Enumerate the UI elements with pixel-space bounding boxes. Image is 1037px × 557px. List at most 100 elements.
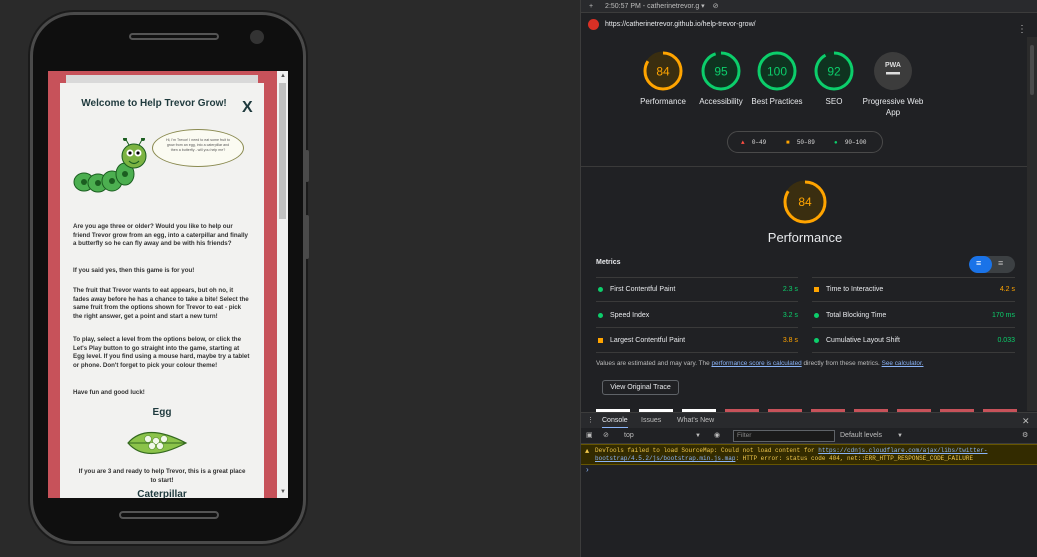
modal-topbar — [66, 75, 258, 83]
gauge-label: Best Practices — [751, 97, 803, 106]
page-scrollbar-thumb[interactable] — [279, 83, 286, 219]
score-gauge-seo[interactable]: 92 SEO — [802, 51, 866, 107]
intro-paragraph: Have fun and good luck! — [73, 389, 145, 396]
console-settings-gear-icon[interactable]: ⚙ — [1022, 428, 1028, 444]
legend-pass-label: 90–100 — [844, 139, 867, 146]
gauge-score: 100 — [767, 65, 787, 79]
speech-bubble: Hi, I'm Trevor! I need to eat some fruit… — [152, 129, 244, 167]
score-legend: ▲ 0–49 ■ 50–89 ● 90–100 — [727, 131, 883, 153]
metric-value: 3.8 s — [782, 337, 798, 344]
circle-icon: ● — [834, 139, 838, 146]
pass-circle-icon — [598, 287, 603, 292]
sidebar-toggle-icon[interactable]: ▣ — [586, 428, 593, 444]
legend-fail: ▲ 0–49 — [741, 139, 766, 146]
metric-largest-contentful-paint: Largest Contentful Paint 3.8 s — [596, 328, 798, 353]
report-url[interactable]: https://catherinetrevor.github.io/help-t… — [605, 21, 756, 28]
phone-volume-button[interactable] — [305, 150, 309, 182]
score-gauge-progressive-web-app[interactable]: PWA Progressive Web App — [861, 51, 925, 118]
lighthouse-report-selector[interactable]: + 2:50:57 PM - catherinetrevor.g ▾ ⊘ — [581, 0, 1037, 13]
context-selector[interactable]: top — [624, 428, 634, 444]
tab-issues[interactable]: Issues — [641, 413, 661, 429]
chevron-down-icon[interactable]: ▼ — [897, 428, 903, 444]
gauge-label: Progressive Web App — [862, 97, 924, 117]
welcome-modal[interactable]: Welcome to Help Trevor Grow! X Hi, I'm T… — [60, 83, 264, 498]
metric-name: Time to Interactive — [826, 286, 884, 293]
console-filter-input[interactable]: Filter — [733, 430, 835, 442]
page-scrollbar[interactable]: ▲ ▼ — [277, 71, 288, 498]
egg-leaf-image[interactable] — [126, 426, 188, 460]
device-emulation-pane: Welcome to Help Trevor Grow! X Hi, I'm T… — [0, 0, 580, 557]
note-text: directly from these metrics. — [801, 360, 882, 367]
legend-fail-label: 0–49 — [751, 139, 767, 146]
section-divider — [581, 166, 1027, 167]
phone-home-button[interactable] — [119, 511, 219, 519]
warning-text: DevTools failed to load SourceMap: Could… — [595, 447, 819, 454]
tab-whats-new[interactable]: What's New — [677, 413, 714, 429]
performance-score-large: 84 — [798, 195, 812, 209]
console-prompt[interactable]: › — [586, 465, 589, 474]
metric-cumulative-layout-shift: Cumulative Layout Shift 0.033 — [812, 328, 1015, 353]
devtools-pane: + 2:50:57 PM - catherinetrevor.g ▾ ⊘ htt… — [581, 0, 1037, 557]
intro-paragraph: To play, select a level from the options… — [73, 336, 250, 369]
level-egg-text: If you are 3 and ready to help Trevor, t… — [78, 468, 246, 484]
triangle-icon: ▲ — [741, 139, 745, 146]
report-timestamp[interactable]: 2:50:57 PM - catherinetrevor.g — [605, 3, 699, 10]
drawer-menu-icon[interactable]: ⋮ — [587, 413, 594, 429]
performance-heading: Performance — [767, 230, 843, 245]
pwa-badge-icon: PWA — [874, 52, 912, 90]
gauge-score: 92 — [827, 65, 841, 79]
score-gauge-performance[interactable]: 84 Performance — [631, 51, 695, 107]
caterpillar-image — [73, 138, 147, 193]
pass-circle-icon — [814, 312, 819, 318]
score-gauge-accessibility[interactable]: 95 Accessibility — [689, 51, 753, 107]
legend-average: ■ 50–89 — [786, 139, 815, 146]
modal-title: Welcome to Help Trevor Grow! — [81, 98, 227, 109]
pass-circle-icon — [814, 338, 819, 343]
report-scrollbar[interactable] — [1027, 37, 1037, 411]
score-calculated-link[interactable]: performance score is calculated — [711, 360, 801, 367]
metric-value: 4.2 s — [999, 286, 1015, 293]
metrics-view-toggle[interactable]: ≡ ≡ — [969, 256, 1015, 273]
score-gauge-best-practices[interactable]: 100 Best Practices — [745, 51, 809, 107]
metric-name: Largest Contentful Paint — [610, 337, 686, 344]
dropdown-icon[interactable]: ▾ — [701, 3, 706, 10]
see-calculator-link[interactable]: See calculator. — [882, 360, 924, 367]
lighthouse-report: 84 Performance 95 Accessibility 100 Best Prac… — [581, 37, 1027, 411]
log-levels-dropdown[interactable]: Default levels — [840, 428, 882, 444]
list-expanded-icon[interactable]: ≡ — [998, 258, 1003, 268]
intro-paragraph: Are you age three or older? Would you li… — [73, 223, 249, 248]
metrics-heading: Metrics — [596, 259, 621, 266]
view-original-trace-button[interactable]: View Original Trace — [602, 380, 679, 395]
metric-speed-index: Speed Index 3.2 s — [596, 303, 798, 328]
lighthouse-logo-icon — [588, 19, 599, 30]
warning-icon: ▲ — [585, 448, 590, 456]
clear-console-icon[interactable]: ⊘ — [603, 428, 609, 444]
chevron-down-icon[interactable]: ▼ — [695, 428, 701, 444]
close-drawer-icon[interactable]: ✕ — [1022, 413, 1030, 429]
gauge-score: 84 — [656, 65, 670, 79]
metrics-note: Values are estimated and may vary. The p… — [596, 360, 924, 367]
tab-console[interactable]: Console — [602, 413, 628, 429]
metric-total-blocking-time: Total Blocking Time 170 ms — [812, 303, 1015, 328]
metric-value: 170 ms — [992, 311, 1015, 319]
level-caterpillar-title[interactable]: Caterpillar — [60, 489, 264, 498]
drawer-tabs: ⋮ Console Issues What's New ✕ — [581, 412, 1037, 429]
scroll-up-arrow-icon[interactable]: ▲ — [280, 73, 286, 79]
report-scrollbar-thumb[interactable] — [1030, 45, 1034, 95]
clear-icon[interactable]: ⊘ — [713, 3, 719, 10]
metric-first-contentful-paint: First Contentful Paint 2.3 s — [596, 277, 798, 302]
intro-paragraph: If you said yes, then this game is for y… — [73, 267, 195, 274]
list-compact-icon[interactable]: ≡ — [976, 258, 981, 268]
gauge-label: SEO — [825, 97, 843, 106]
add-report-icon[interactable]: + — [589, 3, 593, 10]
pwa-label: PWA — [885, 62, 901, 69]
level-egg-title[interactable]: Egg — [60, 407, 264, 418]
scroll-down-arrow-icon[interactable]: ▼ — [280, 489, 286, 495]
square-icon: ■ — [786, 139, 790, 146]
modal-close-button[interactable]: X — [242, 99, 253, 117]
eye-icon[interactable]: ◉ — [714, 428, 720, 444]
average-square-icon — [814, 287, 819, 292]
console-toolbar: ▣ ⊘ top ▼ ◉ Filter Default levels ▼ ⚙ — [581, 428, 1037, 444]
phone-camera — [250, 30, 264, 44]
phone-power-button[interactable] — [305, 215, 309, 259]
